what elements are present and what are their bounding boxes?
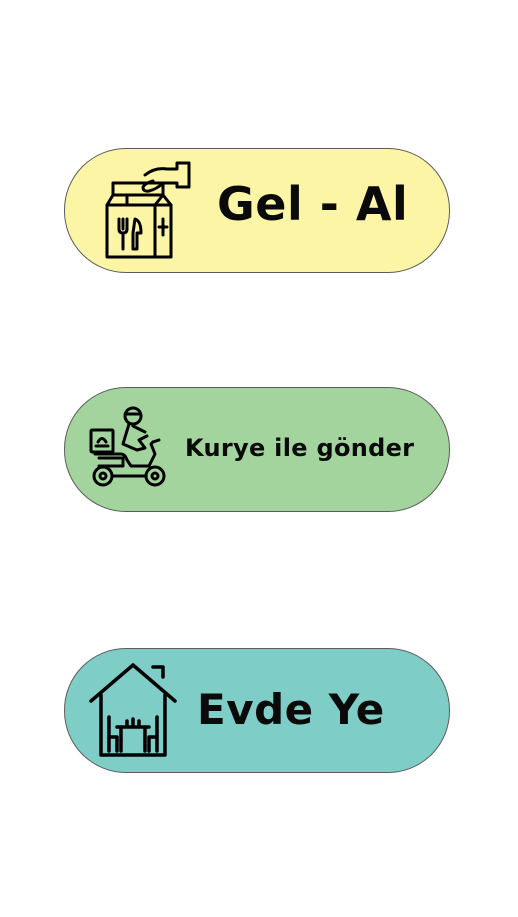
- dine-in-option-label: Evde Ye: [197, 685, 385, 734]
- courier-option-button[interactable]: Kurye ile gönder: [64, 387, 450, 512]
- takeaway-bag-icon: [105, 161, 191, 259]
- dine-in-option-button[interactable]: Evde Ye: [64, 648, 450, 773]
- courier-option-label: Kurye ile gönder: [185, 434, 415, 462]
- courier-scooter-icon: [89, 406, 166, 487]
- pickup-option-button[interactable]: Gel - Al: [64, 148, 450, 273]
- pickup-option-label: Gel - Al: [217, 177, 409, 231]
- house-dining-icon: [89, 663, 177, 757]
